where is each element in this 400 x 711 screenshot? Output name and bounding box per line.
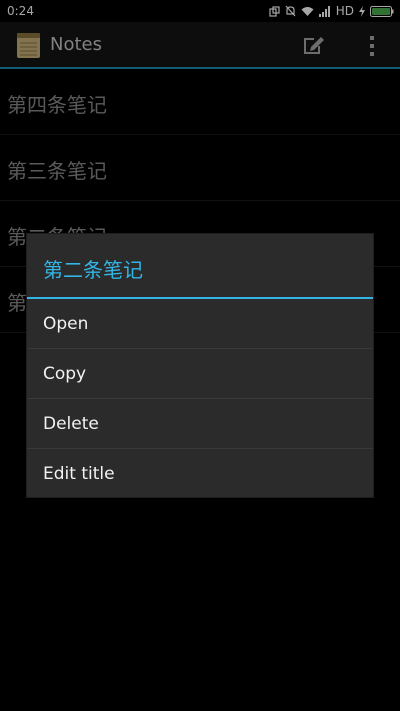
menu-item-label: Edit title (43, 464, 115, 484)
menu-item-edit-title[interactable]: Edit title (27, 449, 373, 498)
dialog-menu: Open Copy Delete Edit title (27, 299, 373, 498)
menu-item-label: Copy (43, 364, 87, 384)
dialog-title: 第二条笔记 (43, 258, 143, 282)
menu-item-open[interactable]: Open (27, 299, 373, 349)
menu-item-label: Open (43, 314, 89, 334)
context-menu-dialog: 第二条笔记 Open Copy Delete Edit title (27, 234, 373, 497)
menu-item-copy[interactable]: Copy (27, 349, 373, 399)
menu-item-delete[interactable]: Delete (27, 399, 373, 449)
menu-item-label: Delete (43, 414, 99, 434)
